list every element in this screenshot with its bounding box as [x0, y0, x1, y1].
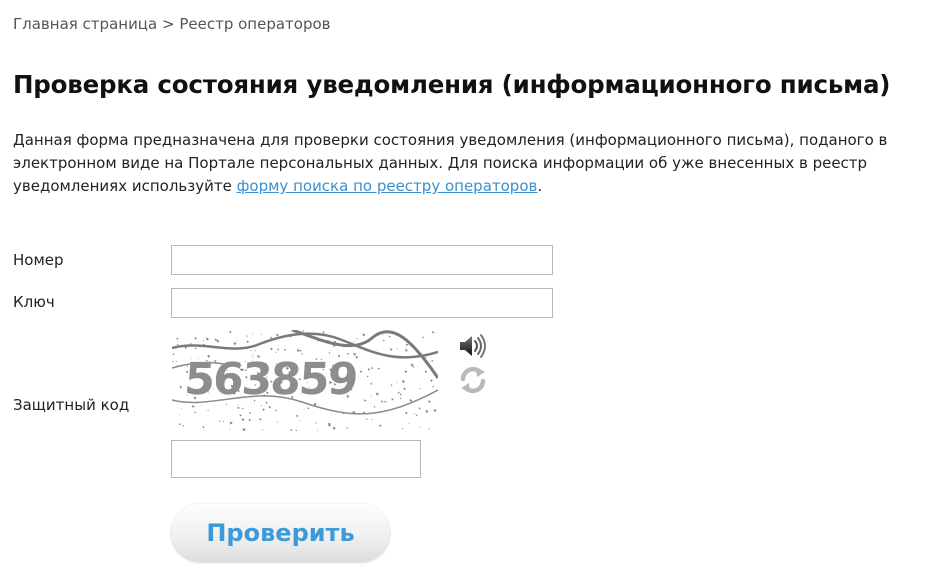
- description-end: .: [537, 177, 543, 195]
- breadcrumb-separator: >: [157, 15, 180, 33]
- speaker-icon[interactable]: [458, 333, 490, 359]
- captcha-input[interactable]: [171, 440, 421, 478]
- breadcrumb: Главная страница > Реестр операторов: [13, 15, 331, 33]
- submit-button[interactable]: Проверить: [172, 504, 389, 561]
- captcha-text: 563859: [183, 354, 358, 405]
- breadcrumb-current: Реестр операторов: [179, 15, 331, 33]
- captcha-image: 563859: [172, 330, 438, 431]
- page: Главная страница > Реестр операторов Про…: [0, 0, 935, 586]
- refresh-icon[interactable]: [458, 365, 488, 395]
- number-input[interactable]: [171, 245, 553, 275]
- breadcrumb-home-link[interactable]: Главная страница: [13, 15, 157, 33]
- operator-search-link[interactable]: форму поиска по реестру операторов: [237, 177, 538, 195]
- number-label: Номер: [13, 251, 64, 269]
- captcha-label: Защитный код: [13, 396, 130, 414]
- key-label: Ключ: [13, 293, 55, 311]
- page-title: Проверка состояния уведомления (информац…: [13, 70, 891, 99]
- page-description: Данная форма предназначена для проверки …: [13, 129, 913, 198]
- key-input[interactable]: [171, 288, 553, 318]
